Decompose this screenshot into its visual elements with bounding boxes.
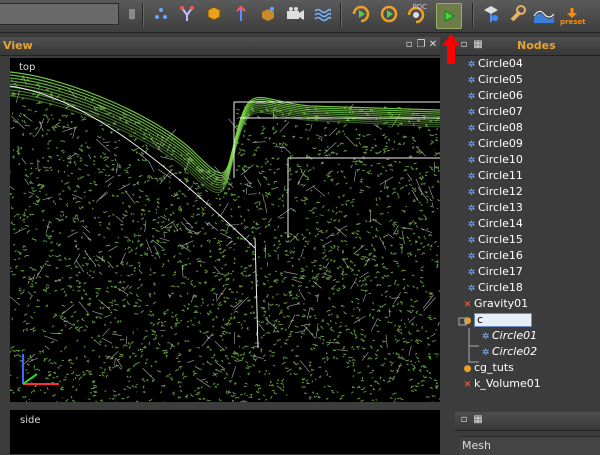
wave-icon[interactable] (311, 3, 333, 25)
view-panel-header: View ▫ ❐ ✕ (0, 37, 440, 56)
nodes-panel-header: ▫ ▦ Nodes (455, 37, 600, 56)
dropdown-arrow-icon[interactable] (121, 3, 143, 25)
panel-grid-icon[interactable]: ▦ (473, 415, 483, 425)
panel-menu-icon[interactable]: ▫ (459, 415, 469, 425)
nodes-tree: ✲Circle04✲Circle05✲Circle06✲Circle07✲Cir… (455, 56, 600, 396)
minimize-icon[interactable]: ▫ (404, 40, 414, 50)
camera-icon[interactable] (284, 3, 306, 25)
particle-field (10, 78, 440, 403)
axis-icon[interactable] (230, 3, 252, 25)
restore-icon[interactable]: ❐ (416, 40, 426, 50)
cube-icon[interactable] (203, 3, 225, 25)
toolbar-separator (142, 3, 144, 27)
box-emitter-icon[interactable] (257, 3, 279, 25)
node-item[interactable]: ✲Circle02 (481, 344, 537, 359)
top-viewport[interactable]: top (10, 58, 440, 402)
node-item[interactable]: ✲Circle01 (481, 328, 537, 343)
panel-grid-icon[interactable]: ▦ (473, 40, 483, 50)
simulate-step-icon[interactable] (350, 3, 372, 25)
wrench-icon[interactable] (507, 3, 529, 25)
render-icon[interactable] (480, 3, 502, 25)
fluid-mesh-wireframe (10, 58, 440, 402)
tree-connector-lines (455, 56, 485, 396)
red-arrow-annotation (440, 32, 462, 66)
viewport-label: top (19, 62, 35, 73)
main-toolbar: PDC preset (0, 0, 600, 33)
nodes-panel-title: Nodes (517, 39, 556, 52)
wave-scene-icon[interactable] (533, 3, 555, 25)
axis-gizmo-icon (15, 348, 65, 388)
pdc-label: PDC (413, 3, 428, 11)
mesh-property-label: Mesh (460, 436, 600, 455)
side-viewport[interactable] (10, 410, 440, 454)
view-panel-title: View (3, 39, 33, 52)
pdc-export-icon[interactable]: PDC (405, 3, 427, 25)
side-viewport-label: side (20, 415, 41, 426)
toolbar-dropdown-field[interactable] (0, 3, 119, 25)
preset-button[interactable]: preset (560, 3, 584, 25)
fork-icon[interactable] (176, 3, 198, 25)
preset-label: preset (560, 18, 584, 26)
simulate-reset-icon[interactable] (378, 3, 400, 25)
particles-icon[interactable] (150, 3, 172, 25)
toolbar-separator (340, 3, 342, 27)
node-label: Circle02 (492, 345, 537, 358)
close-icon[interactable]: ✕ (428, 40, 438, 50)
node-label: Circle01 (492, 329, 537, 342)
toolbar-separator (472, 3, 474, 27)
play-button[interactable] (436, 3, 462, 29)
properties-panel-header: ▫ ▦ (455, 412, 600, 431)
fluid-surface-lines (10, 72, 440, 193)
